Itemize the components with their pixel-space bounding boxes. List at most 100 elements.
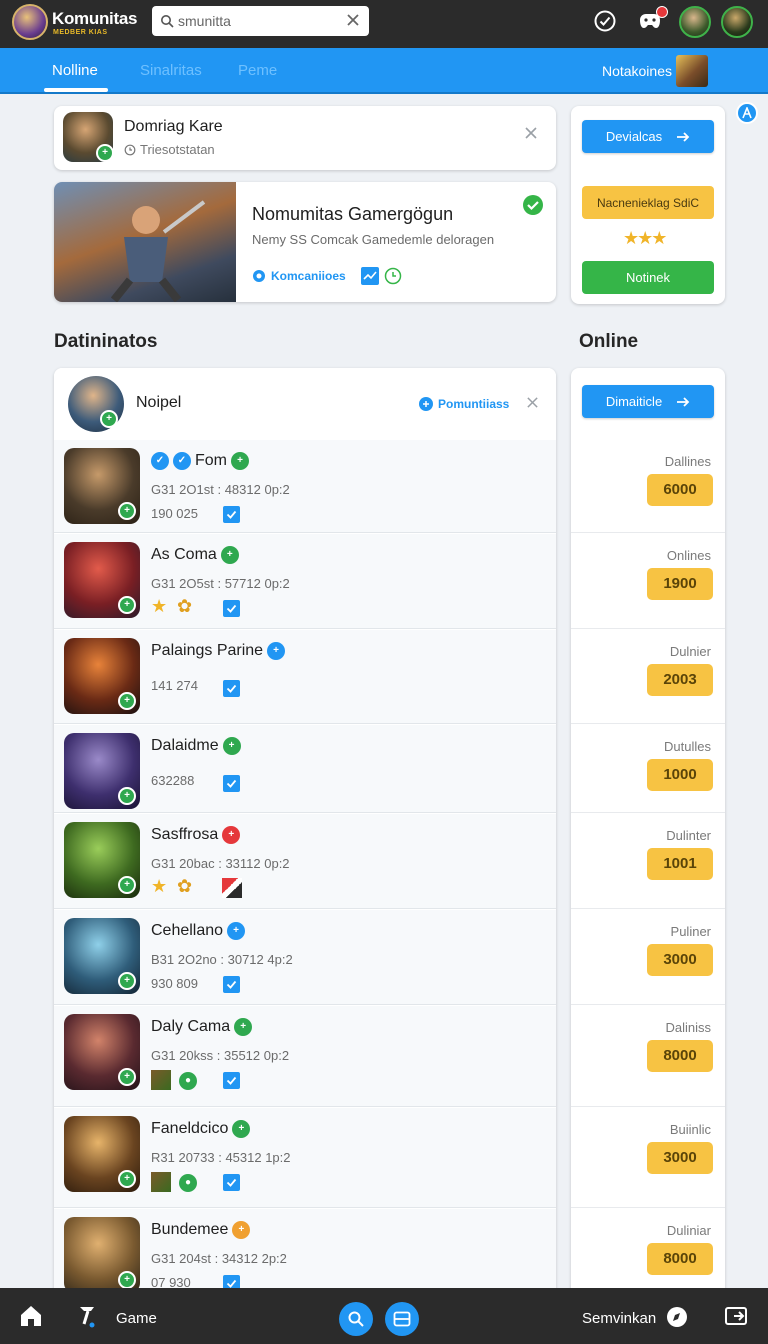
online-badge: + xyxy=(96,144,114,162)
search-icon xyxy=(160,14,174,28)
yellow-action-button[interactable]: Nacnenieklag SdiC xyxy=(582,186,714,219)
list-item[interactable]: + Cehellano + B31 2O2no : 30712 4p:2 930 809 xyxy=(54,910,556,1005)
online-row: Dulnier 2003 xyxy=(571,630,725,724)
checkbox[interactable] xyxy=(223,775,240,792)
user-avatar[interactable] xyxy=(721,6,753,38)
gamepad-icon[interactable] xyxy=(636,6,668,34)
translate-icon[interactable] xyxy=(736,102,758,124)
check-circle-icon[interactable] xyxy=(593,9,617,33)
tab-peme[interactable]: Peme xyxy=(238,62,277,79)
list-item[interactable]: + Sasffrosa + G31 20bac : 33112 0p:2 ★ ✿ xyxy=(54,814,556,909)
status-icon: + xyxy=(222,737,241,755)
online-row: Buiinlic 3000 xyxy=(571,1108,725,1208)
online-row: Onlines 1900 xyxy=(571,534,725,629)
list-item[interactable]: + As Coma + G31 2O5st : 57712 0p:2 ★ ✿ xyxy=(54,534,556,629)
top-bar: Komunitas MEDBER KIAS xyxy=(0,0,768,48)
feature-desc: Nemy SS Comcak Gamedemle deloragen xyxy=(252,232,495,247)
list-item[interactable]: + Daly Cama + G31 20kss : 35512 0p:2 ● xyxy=(54,1006,556,1107)
close-icon[interactable] xyxy=(524,126,538,140)
row-sub: 141 274 xyxy=(151,678,198,693)
online-count-badge[interactable]: 8000 xyxy=(647,1040,713,1072)
list-item[interactable]: + Faneldcico + R31 20733 : 45312 1p:2 ● xyxy=(54,1108,556,1208)
star-icon: ★ xyxy=(623,228,639,248)
online-count-badge[interactable]: 1001 xyxy=(647,848,713,880)
list-item[interactable]: + Palaings Parine +141 274 xyxy=(54,630,556,724)
flower-icon: ✿ xyxy=(177,596,193,616)
list-item[interactable]: + Bundemee + G31 204st : 34312 2p:2 07 930 xyxy=(54,1209,556,1299)
status-icon: + xyxy=(222,826,241,844)
list-header-link-wrap[interactable]: Pomuntiiass xyxy=(418,396,509,412)
dimaiticle-button[interactable]: Dimaiticle xyxy=(582,385,714,418)
timer-icon[interactable] xyxy=(384,267,402,285)
verified-icon: ✓ xyxy=(151,452,169,470)
layout-icon[interactable] xyxy=(385,1302,419,1336)
verified-icon: ✓ xyxy=(173,452,191,470)
checkbox[interactable] xyxy=(223,680,240,697)
user-menu-avatar[interactable] xyxy=(676,55,708,87)
search-box[interactable] xyxy=(152,6,369,36)
online-label: Duliniar xyxy=(666,1223,711,1238)
online-count-badge[interactable]: 3000 xyxy=(647,944,713,976)
online-row: Dutulles 1000 xyxy=(571,725,725,813)
hammer-icon[interactable] xyxy=(78,1304,100,1328)
online-count-badge[interactable]: 1000 xyxy=(647,759,713,791)
flag-icon xyxy=(222,878,242,898)
search-icon[interactable] xyxy=(339,1302,373,1336)
online-count-badge[interactable]: 1900 xyxy=(647,568,713,600)
bottom-game-label[interactable]: Game xyxy=(116,1310,157,1327)
devialcas-label: Devialcas xyxy=(605,129,663,144)
checkbox[interactable] xyxy=(223,506,240,523)
list-item[interactable]: + ✓ ✓ Fom + G31 2O1st : 48312 0p:2 190 025 xyxy=(54,440,556,533)
online-label: Dulinter xyxy=(666,828,711,843)
online-count-badge[interactable]: 2003 xyxy=(647,664,713,696)
row-name[interactable]: As Coma xyxy=(151,546,217,564)
row-name[interactable]: Fom xyxy=(195,452,227,470)
status-icon: + xyxy=(220,546,239,564)
app-logo[interactable] xyxy=(12,4,48,40)
search-input[interactable] xyxy=(178,13,338,29)
exit-icon[interactable] xyxy=(724,1306,748,1326)
feature-card[interactable]: Nomumitas Gamergögun Nemy SS Comcak Game… xyxy=(54,182,556,302)
row-title-line: ✓ ✓ Fom + xyxy=(151,452,249,470)
online-count-badge[interactable]: 6000 xyxy=(647,474,713,506)
notinek-button[interactable]: Notinek xyxy=(582,261,714,294)
row-name[interactable]: Cehellano xyxy=(151,922,223,940)
row-name[interactable]: Dalaidme xyxy=(151,737,219,755)
checkbox[interactable] xyxy=(223,1072,240,1089)
checkbox[interactable] xyxy=(223,600,240,617)
friend-avatar[interactable] xyxy=(679,6,711,38)
row-name[interactable]: Sasffrosa xyxy=(151,826,218,844)
bottom-right-label[interactable]: Semvinkan xyxy=(582,1310,656,1327)
section-title-left: Datininatos xyxy=(54,331,158,352)
tab-sinalritas[interactable]: Sinalritas xyxy=(140,62,202,79)
user-menu-label[interactable]: Notakoines xyxy=(602,63,672,79)
list-item[interactable]: + Dalaidme +632288 xyxy=(54,725,556,813)
row-title-line: Faneldcico + xyxy=(151,1120,251,1138)
row-name[interactable]: Daly Cama xyxy=(151,1018,230,1036)
checkbox[interactable] xyxy=(223,976,240,993)
row-name[interactable]: Palaings Parine xyxy=(151,642,263,660)
clear-search-icon[interactable] xyxy=(345,12,361,28)
devialcas-button[interactable]: Devialcas xyxy=(582,120,714,153)
star-icon: ★ xyxy=(151,876,168,896)
row-meta: G31 2O5st : 57712 0p:2 xyxy=(151,576,290,591)
home-icon[interactable] xyxy=(18,1304,44,1328)
row-name[interactable]: Faneldcico xyxy=(151,1120,228,1138)
feature-link[interactable]: Komcaniioes xyxy=(271,269,346,283)
online-row: Dulinter 1001 xyxy=(571,814,725,909)
list-header-title: Noipel xyxy=(136,394,182,411)
chart-icon[interactable] xyxy=(360,267,379,285)
online-badge: + xyxy=(118,972,136,990)
row-sub: 930 809 xyxy=(151,976,198,991)
profile-card[interactable]: + Domriag Kare Triesotstatan xyxy=(54,106,556,170)
close-icon[interactable] xyxy=(526,396,539,409)
list-header-link[interactable]: Pomuntiiass xyxy=(438,397,509,411)
tab-nolline[interactable]: Nolline xyxy=(52,62,98,79)
compass-icon[interactable] xyxy=(666,1306,688,1328)
row-sub: 632288 xyxy=(151,773,195,788)
checkbox[interactable] xyxy=(223,1174,240,1191)
online-count-badge[interactable]: 3000 xyxy=(647,1142,713,1174)
row-meta: G31 204st : 34312 2p:2 xyxy=(151,1251,287,1266)
online-count-badge[interactable]: 8000 xyxy=(647,1243,713,1275)
row-name[interactable]: Bundemee xyxy=(151,1221,228,1239)
